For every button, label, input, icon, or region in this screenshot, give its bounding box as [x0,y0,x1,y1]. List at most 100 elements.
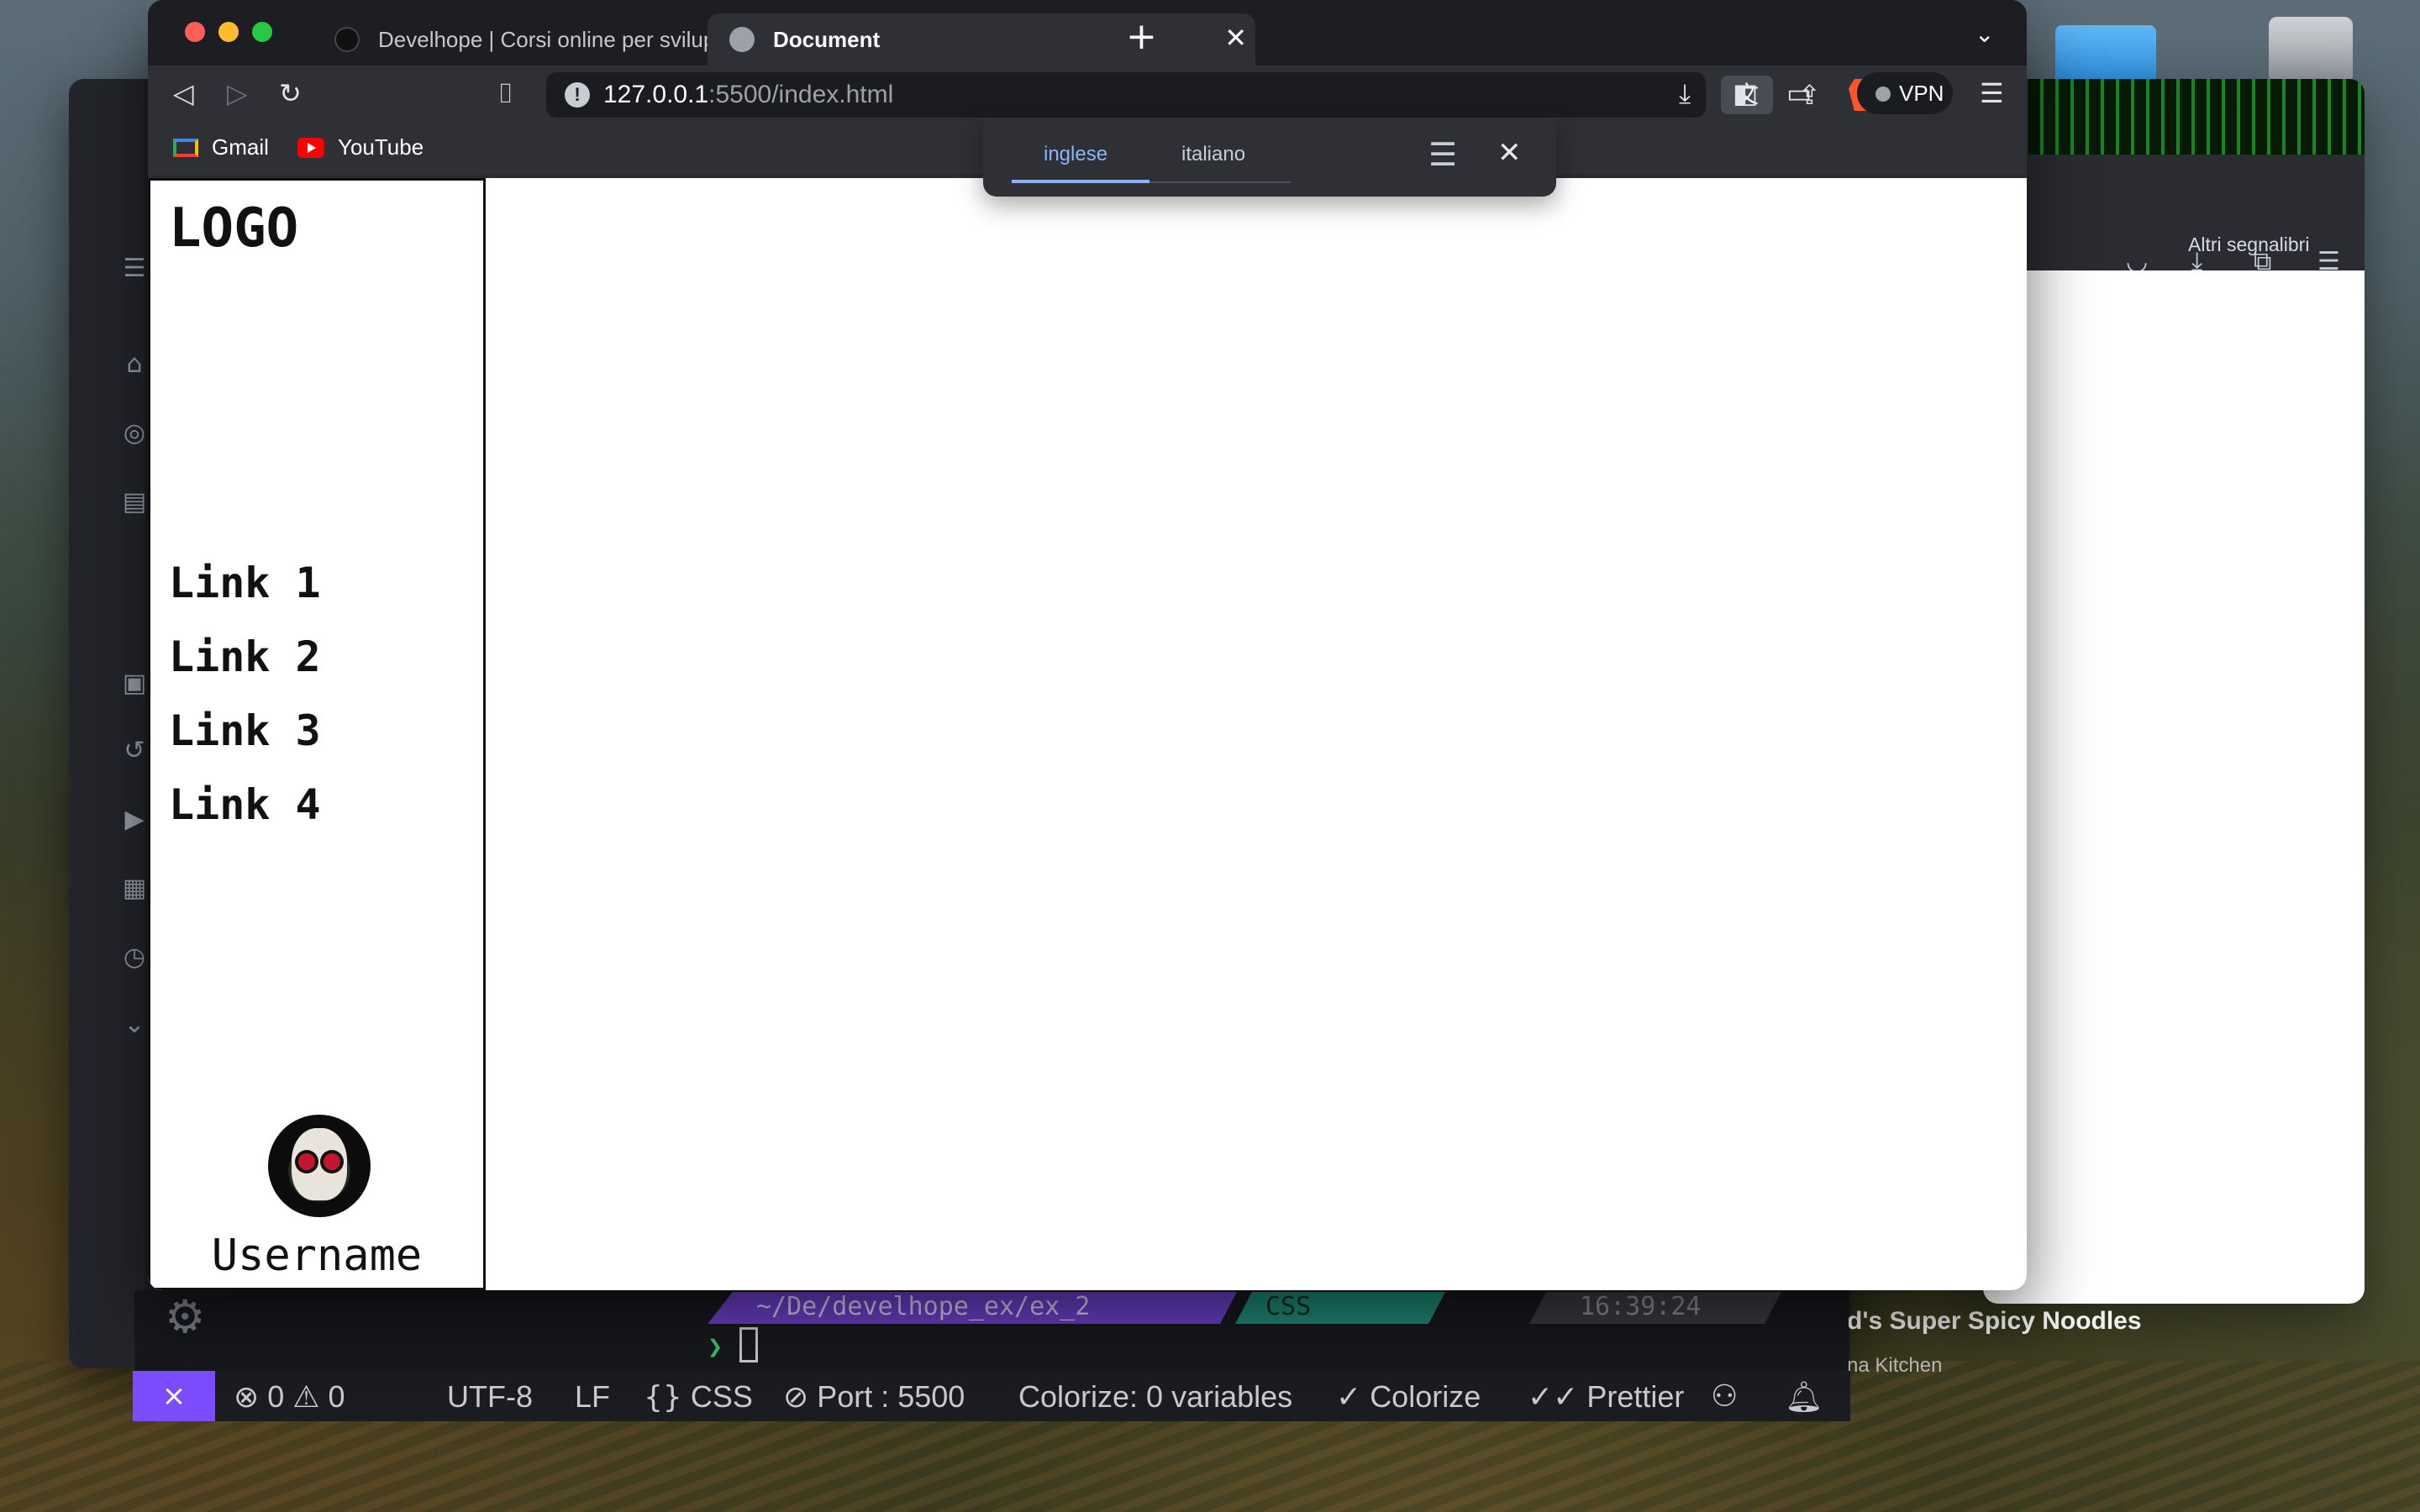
wallet-icon[interactable]: ▭ [1786,77,1812,109]
tab-document[interactable]: Document ✕ [708,13,1255,66]
vscode-status-bar: ⨯ ⊗ 0 ⚠ 0 UTF-8 LF {} CSS ⊘ Port : 5500 … [133,1371,1850,1421]
tab-bar: Develhope | Corsi online per svilupp Doc… [148,0,2027,66]
new-tab-button[interactable]: + [1126,15,1157,58]
double-check-icon: ✓✓ [1528,1380,1579,1415]
tab-title: Document [773,26,881,52]
skull-image [292,1128,347,1200]
chevron-down-icon[interactable]: ⌄ [118,1008,151,1042]
home-icon[interactable]: ⌂ [118,348,151,381]
develhope-favicon-icon [334,27,360,52]
close-tab-icon[interactable]: ✕ [1224,22,1247,54]
reload-icon[interactable]: ↻ [279,77,302,109]
close-icon[interactable]: ✕ [1497,136,1522,170]
bookmark-youtube[interactable]: YouTube [297,134,424,160]
username-label: Username [211,1231,423,1281]
terminal-branch: CSS [1235,1292,1445,1324]
warning-icon: ⚠ [292,1380,320,1415]
terminal-cursor [739,1327,758,1362]
live-server-indicator[interactable]: ⊘ Port : 5500 [783,1379,965,1415]
tab-divider [1150,181,1291,183]
colorize-toggle[interactable]: ✓ Colorize [1336,1379,1481,1415]
matrix-tab-image [2028,79,2365,155]
url-path: :5500/index.html [708,81,894,108]
page-sidebar: LOGO Link 1 Link 2 Link 3 Link 4 Usernam… [148,178,486,1290]
videos-icon[interactable]: ▶ [118,803,151,837]
terminal-path: ~/De/develhope_ex/ex_2 [708,1292,1237,1324]
history-icon[interactable]: ↺ [118,734,151,768]
translate-options-icon[interactable]: ☰ [1428,136,1457,173]
check-icon: ✓ [1336,1380,1362,1415]
skull-eye [324,1153,340,1170]
language-indicator[interactable]: {} CSS [644,1379,753,1415]
error-icon: ⊗ [234,1380,260,1415]
eol-indicator[interactable]: LF [575,1379,610,1415]
sidebar-toggle-icon[interactable]: ◧ [1733,77,1758,109]
subscriptions-icon[interactable]: ▤ [118,486,151,519]
vpn-button[interactable]: VPN [1857,72,1953,114]
gear-icon[interactable]: ⚙ [165,1290,205,1343]
close-window-button[interactable] [185,22,205,42]
sidebar-link-4[interactable]: Link 4 [169,780,321,854]
sidebar-link-3[interactable]: Link 3 [169,706,321,780]
page-logo: LOGO [169,197,299,260]
vpn-label: VPN [1899,81,1944,106]
sidebar-links: Link 1 Link 2 Link 3 Link 4 [169,559,321,854]
background-browser-content [1983,270,2365,1304]
explore-icon[interactable]: ◎ [118,417,151,450]
port-label: Port : 5500 [817,1379,965,1414]
braces-icon: {} [644,1380,682,1415]
back-icon[interactable]: ◁ [173,77,194,109]
vpn-status-icon [1876,87,1891,102]
video-channel[interactable]: na Kitchen [1847,1354,1942,1378]
tab-title: Develhope | Corsi online per svilupp [378,26,728,52]
terminal-time: 16:39:24 [1529,1292,1781,1324]
bookmark-label: Gmail [212,134,269,160]
url-host: 127.0.0.1 [603,81,709,108]
forward-icon[interactable]: ▷ [227,77,248,109]
warning-count: 0 [328,1379,345,1414]
translate-popup: inglese italiano ☰ ✕ [983,118,1556,197]
prettier-label: Prettier [1586,1379,1685,1414]
maximize-window-button[interactable] [252,22,272,42]
language-label: CSS [690,1379,753,1414]
error-count: 0 [267,1379,285,1414]
globe-icon [729,27,755,52]
feedback-icon[interactable]: ⚇ [1711,1379,1738,1414]
url-text[interactable]: 127.0.0.1:5500/index.html [603,81,893,109]
background-browser-window[interactable]: ◡ ⤓ ⧉ ☰ [1983,79,2365,1304]
remote-icon[interactable]: ⨯ [133,1371,215,1421]
watch-later-icon[interactable]: ▦ [118,872,151,906]
clock-icon[interactable]: ◷ [118,941,151,974]
gmail-icon [173,138,198,157]
encoding-indicator[interactable]: UTF-8 [447,1379,533,1415]
tab-list-chevron-icon[interactable]: ⌄ [1975,20,1994,48]
bell-icon[interactable]: 🔔︎ [1785,1379,1823,1415]
bookmark-gmail[interactable]: Gmail [173,134,269,160]
bookmark-label: YouTube [338,134,424,160]
address-bar[interactable]: ! 127.0.0.1:5500/index.html 文 ⇪ 2 [546,72,1946,118]
site-info-icon[interactable]: ! [565,82,590,108]
download-icon[interactable]: ⤓ [1679,77,1691,110]
desktop-folder-icon[interactable] [2055,25,2156,84]
prettier-indicator[interactable]: ✓✓ Prettier [1528,1379,1684,1415]
sidebar-link-2[interactable]: Link 2 [169,633,321,706]
active-tab-indicator [1012,180,1150,183]
video-title[interactable]: d's Super Spicy Noodles [1847,1307,2142,1336]
no-entry-icon: ⊘ [783,1380,809,1415]
translate-tab-inglese[interactable]: inglese [1044,143,1107,166]
minimize-window-button[interactable] [218,22,239,42]
problems-indicator[interactable]: ⊗ 0 ⚠ 0 [234,1379,345,1415]
browser-toolbar: ◁ ▷ ↻ ⌷ ! 127.0.0.1:5500/index.html 文 ⇪ … [148,66,2027,123]
translate-tab-italiano[interactable]: italiano [1181,143,1245,166]
bookmarks-folder[interactable]: Altri segnalibri [2188,234,2309,256]
menu-icon[interactable]: ☰ [1980,77,2004,109]
page-viewport: LOGO Link 1 Link 2 Link 3 Link 4 Usernam… [148,178,2027,1290]
colorize-variables[interactable]: Colorize: 0 variables [1018,1379,1292,1415]
menu-icon[interactable]: ☰ [118,252,151,286]
sidebar-link-1[interactable]: Link 1 [169,559,321,633]
bookmark-icon[interactable]: ⌷ [497,77,513,110]
channel-icon[interactable]: ▣ [118,667,151,701]
terminal-prompt: ❯ [708,1332,723,1362]
avatar[interactable] [268,1115,371,1217]
desktop-disk-icon[interactable] [2269,17,2353,84]
